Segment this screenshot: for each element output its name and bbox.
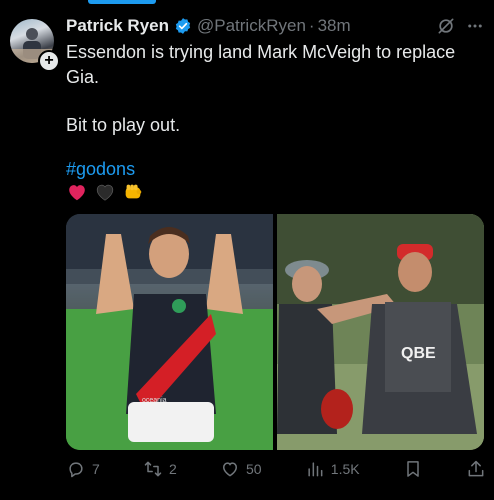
bookmark-button[interactable] bbox=[403, 459, 423, 479]
tweet-paragraph-2: Bit to play out. bbox=[66, 115, 181, 135]
active-tab-indicator bbox=[88, 0, 156, 4]
heart-icon bbox=[222, 462, 238, 477]
emoji-row bbox=[66, 181, 144, 203]
red-heart-icon bbox=[69, 185, 85, 201]
author-name[interactable]: Patrick Ryen bbox=[66, 16, 169, 36]
repost-button[interactable]: 2 bbox=[143, 459, 177, 479]
fist-icon bbox=[125, 184, 142, 199]
qbe-logo-text: QBE bbox=[401, 345, 436, 362]
action-bar: 7 2 50 1.5K bbox=[66, 456, 486, 482]
views-button[interactable]: 1.5K bbox=[305, 459, 360, 479]
tweet-paragraph-1: Essendon is trying land Mark McVeigh to … bbox=[66, 42, 456, 87]
share-button[interactable] bbox=[466, 459, 486, 479]
sponsor-logo-text: oceania bbox=[142, 397, 167, 404]
tweet-header: Patrick Ryen @PatrickRyen · 38m bbox=[66, 14, 351, 38]
views-count: 1.5K bbox=[330, 461, 360, 477]
repost-count: 2 bbox=[169, 461, 177, 477]
timestamp[interactable]: 38m bbox=[318, 16, 351, 36]
coaches-photo[interactable]: QBE bbox=[277, 214, 484, 450]
author-handle[interactable]: @PatrickRyen bbox=[197, 16, 306, 36]
reply-button[interactable]: 7 bbox=[66, 459, 100, 479]
black-heart-icon bbox=[96, 184, 114, 201]
tweet-text: Essendon is trying land Mark McVeigh to … bbox=[66, 40, 476, 135]
reply-count: 7 bbox=[92, 461, 100, 477]
hashtag-link[interactable]: #godons bbox=[66, 159, 135, 180]
bookmark-icon bbox=[407, 461, 419, 477]
more-options-icon[interactable] bbox=[466, 17, 484, 35]
follow-plus-icon[interactable]: + bbox=[38, 50, 60, 72]
grok-icon[interactable] bbox=[436, 16, 456, 36]
share-icon bbox=[468, 460, 484, 477]
repost-icon bbox=[144, 461, 162, 477]
verified-badge-icon bbox=[175, 18, 191, 34]
like-count: 50 bbox=[246, 461, 262, 477]
views-chart-icon bbox=[308, 462, 323, 477]
like-button[interactable]: 50 bbox=[220, 459, 262, 479]
football-player-photo[interactable]: oceania bbox=[66, 214, 273, 450]
reply-icon bbox=[69, 462, 83, 478]
separator-dot: · bbox=[308, 16, 315, 35]
media-grid[interactable]: oceania QBE bbox=[66, 214, 484, 450]
